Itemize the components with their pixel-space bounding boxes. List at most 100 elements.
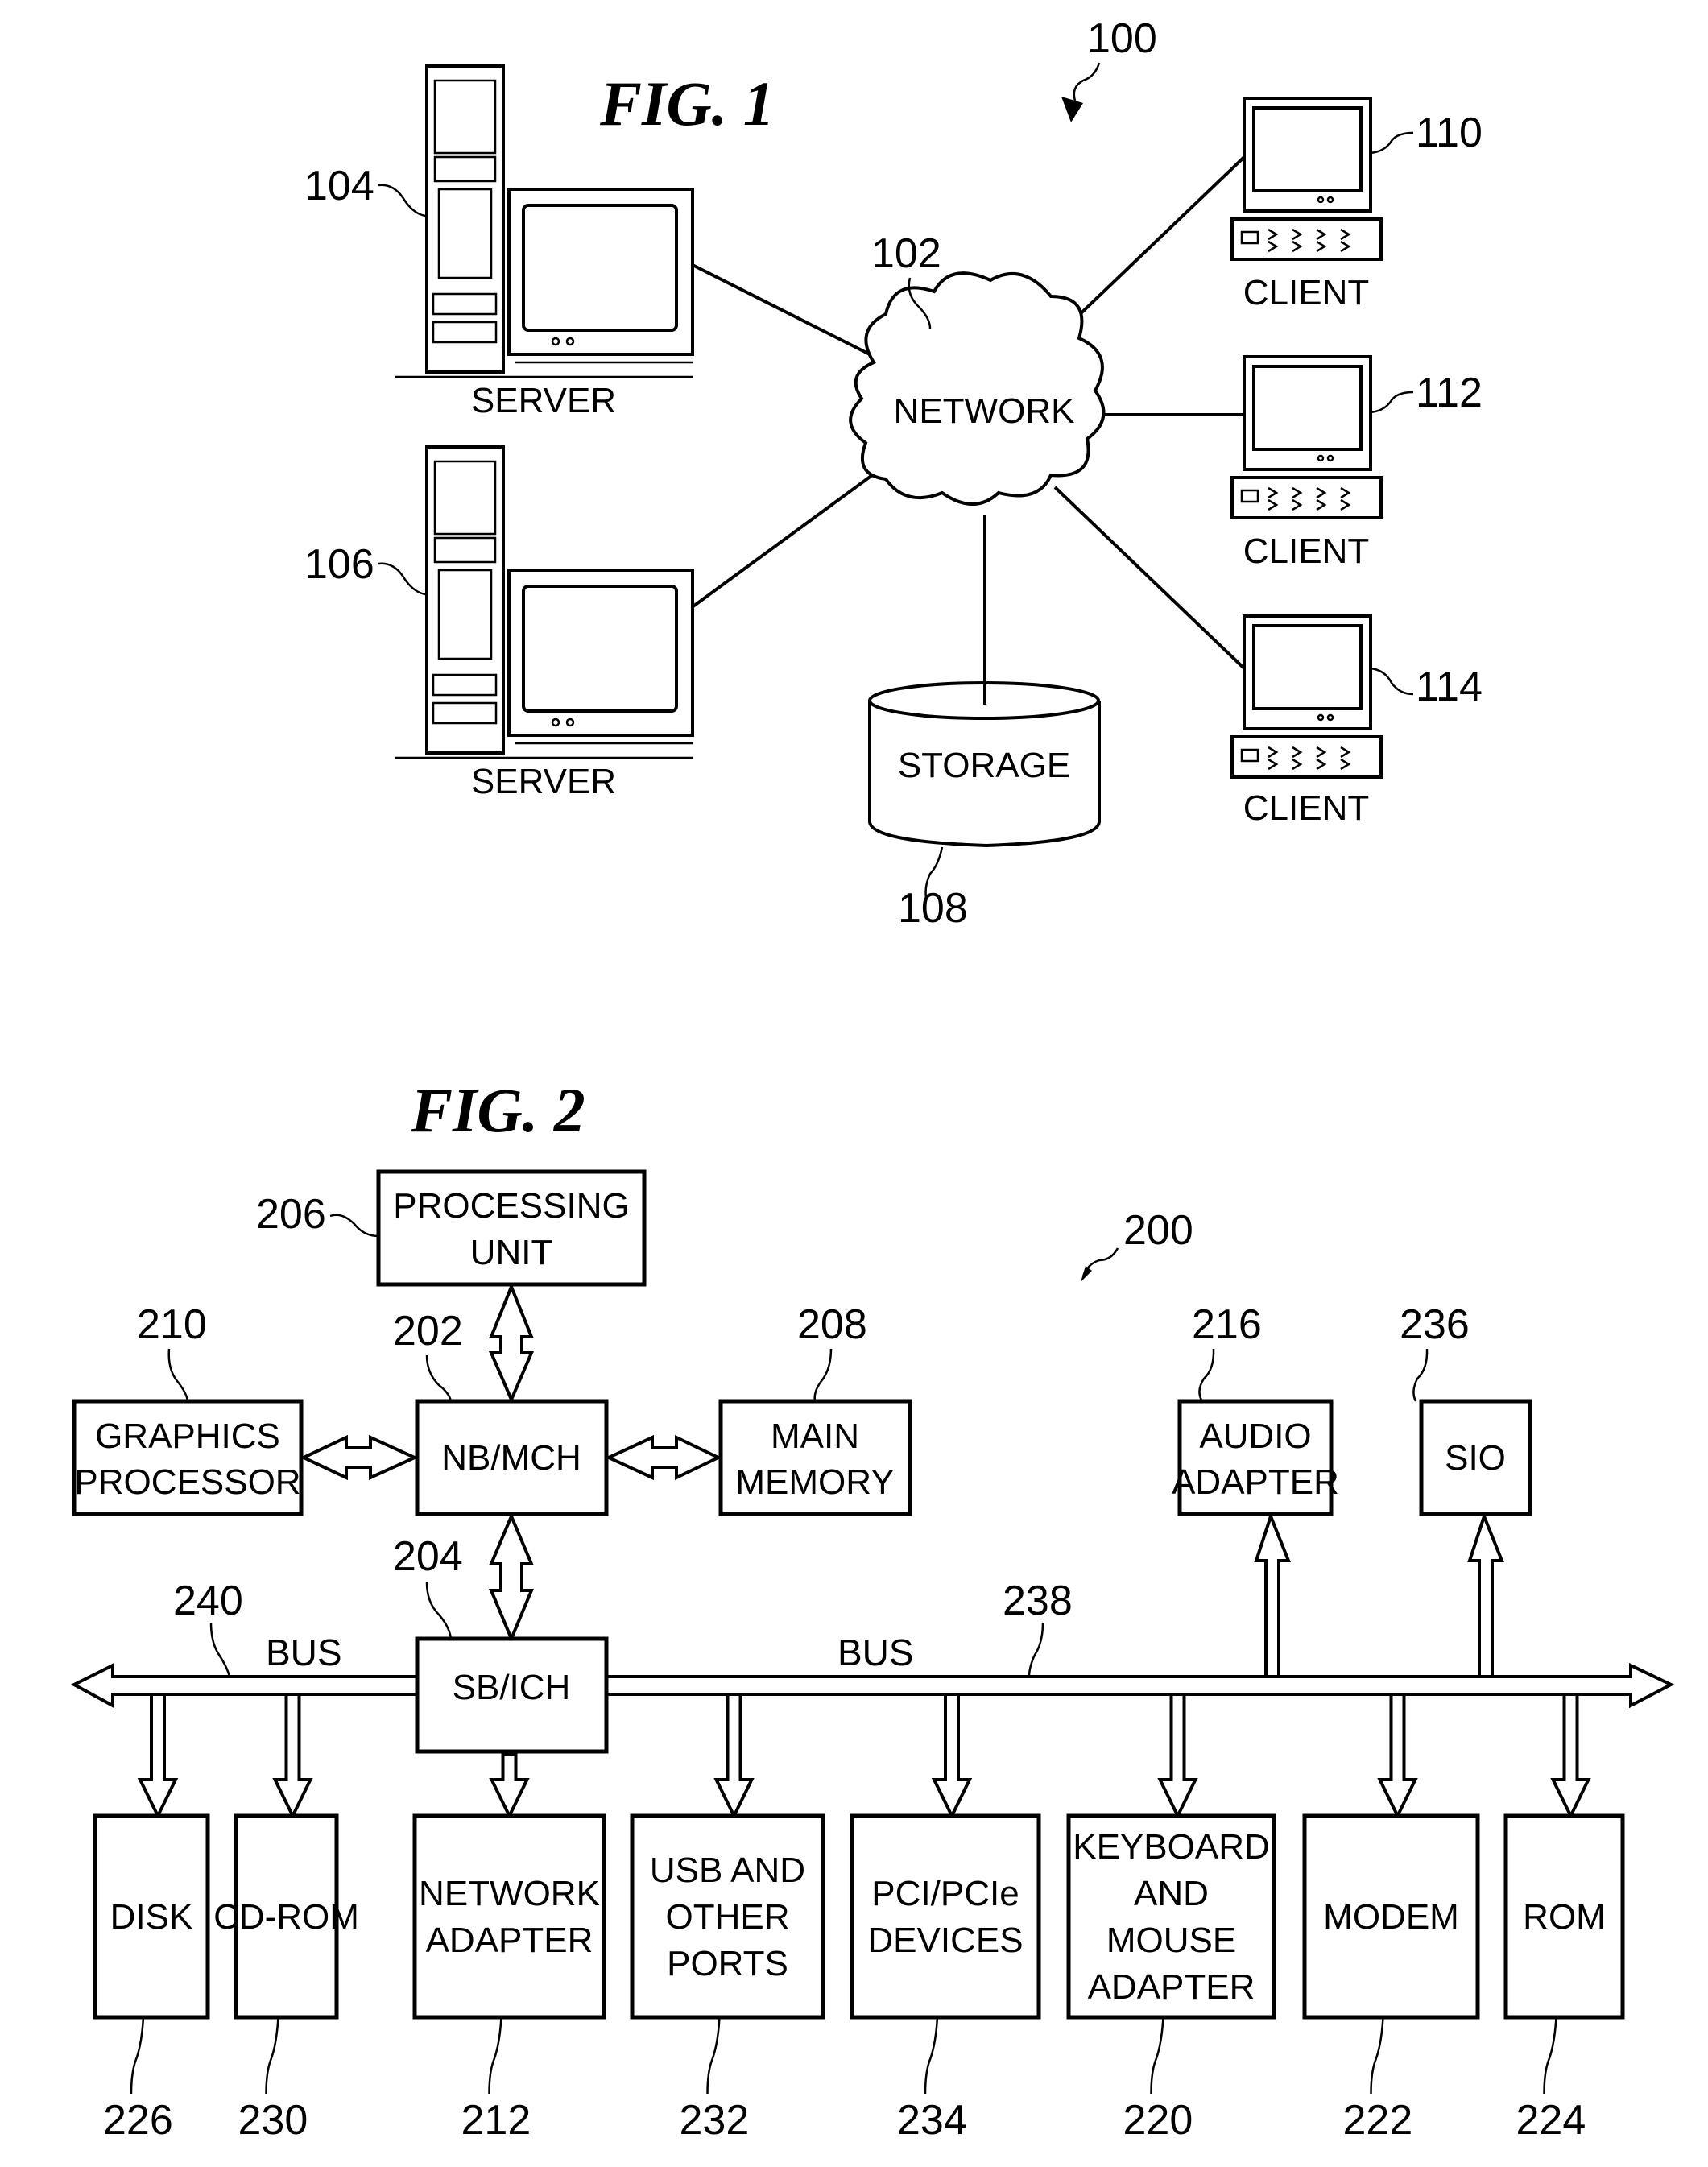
processing-unit-label-line2: UNIT — [470, 1233, 553, 1272]
device-label-line: KEYBOARD — [1073, 1827, 1270, 1867]
sio-ref: 236 — [1400, 1301, 1470, 1348]
device-label-line: AND — [1134, 1874, 1209, 1913]
bus-right-label: BUS — [837, 1631, 914, 1673]
server-104-label: SERVER — [471, 381, 616, 420]
ref-114-leader — [1370, 667, 1414, 696]
audio-adapter-label-line2: ADAPTER — [1172, 1462, 1339, 1502]
device-220: KEYBOARD AND MOUSE ADAPTER 220 — [1066, 1693, 1276, 2144]
device-ref: 232 — [680, 2097, 750, 2144]
graphics-processor-label-line2: PROCESSOR — [74, 1462, 300, 1502]
device-box — [412, 1813, 606, 2020]
client-computer-icon — [1230, 614, 1383, 779]
bus-to-device-arrow-icon — [137, 1693, 179, 1820]
bus-left-ref: 240 — [173, 1578, 243, 1624]
nb-mch-ref: 202 — [393, 1308, 463, 1354]
ref-238-leader — [1028, 1622, 1044, 1677]
device-226: DISK 226 — [93, 1693, 210, 2144]
server-106-label: SERVER — [471, 762, 616, 801]
ref-leader — [1150, 2016, 1164, 2095]
nb-memory-double-arrow-icon — [605, 1434, 722, 1481]
client-110-ref: 110 — [1416, 110, 1483, 156]
figure-1-ref: 100 — [1087, 15, 1157, 62]
bus-to-device-arrow-icon — [931, 1693, 973, 1820]
ref-240-leader — [209, 1622, 231, 1677]
storage-ref: 108 — [898, 885, 968, 932]
ref-104-leader — [378, 184, 426, 217]
ref-110-leader — [1370, 131, 1414, 155]
sb-ich-label: SB/ICH — [453, 1668, 571, 1707]
figure-1: FIG. 1 100 NETWORK 102 STORAGE 108 104 S… — [304, 15, 1483, 932]
server-monitor-icon — [507, 188, 694, 364]
main-memory-ref: 208 — [797, 1301, 867, 1348]
server-106-ref: 106 — [304, 541, 374, 588]
client-110-label: CLIENT — [1243, 273, 1369, 312]
device-224: ROM 224 — [1503, 1693, 1625, 2144]
ref-leader — [130, 2016, 145, 2095]
ref-leader — [265, 2016, 279, 2095]
network-ref: 102 — [871, 230, 941, 277]
device-label-line: NETWORK — [419, 1874, 600, 1913]
sb-ich-ref: 204 — [393, 1533, 463, 1580]
device-ref: 226 — [103, 2097, 173, 2144]
audio-adapter-ref: 216 — [1192, 1301, 1262, 1348]
device-label-line: DISK — [110, 1897, 193, 1937]
client-112-label: CLIENT — [1243, 531, 1369, 571]
client-computer-icon — [1230, 355, 1383, 519]
figure-2-ref: 200 — [1123, 1207, 1193, 1254]
sio-label: SIO — [1445, 1438, 1506, 1478]
bus-to-device-arrow-icon — [1550, 1693, 1591, 1820]
figure-2-title: FIG. 2 — [410, 1075, 585, 1145]
device-ref: 234 — [897, 2097, 967, 2144]
client-112: CLIENT 112 — [1230, 355, 1483, 571]
device-ref: 222 — [1343, 2097, 1413, 2144]
link-network-client114 — [1053, 486, 1246, 670]
client-114-ref: 114 — [1416, 664, 1483, 710]
ref-leader — [924, 2016, 939, 2095]
ref-leader — [1543, 2016, 1557, 2095]
device-232: USB AND OTHER PORTS 232 — [630, 1693, 825, 2144]
client-112-ref: 112 — [1416, 370, 1483, 416]
ref-202-leader — [425, 1354, 453, 1402]
pu-nb-double-arrow-icon — [488, 1282, 535, 1404]
bus-to-sio-arrow-icon — [1467, 1512, 1504, 1678]
bus-right-ref: 238 — [1003, 1578, 1073, 1624]
ref-208-leader — [813, 1348, 833, 1402]
bus-to-device-arrow-icon — [713, 1693, 755, 1820]
device-label-line: PORTS — [667, 1944, 788, 1983]
ref-106-leader — [378, 562, 426, 596]
graphics-processor-ref: 210 — [137, 1301, 207, 1348]
server-104-ref: 104 — [304, 163, 374, 209]
device-label-line: USB AND — [650, 1851, 805, 1890]
figure-1-title: FIG. 1 — [599, 68, 775, 139]
ref-204-leader — [425, 1582, 453, 1640]
ref-236-leader — [1412, 1348, 1429, 1402]
processing-unit-label-line1: PROCESSING — [393, 1186, 629, 1226]
device-ref: 224 — [1516, 2097, 1586, 2144]
device-label-line: MOUSE — [1106, 1921, 1236, 1960]
device-212: NETWORK ADAPTER 212 — [412, 1752, 606, 2144]
device-label-line: PCI/PCIe — [871, 1874, 1019, 1913]
device-ref: 212 — [461, 2097, 531, 2144]
client-110: CLIENT 110 — [1230, 97, 1483, 312]
device-222: MODEM 222 — [1302, 1693, 1480, 2144]
device-label-line: ROM — [1523, 1897, 1606, 1937]
ref-210-leader — [167, 1348, 189, 1402]
device-ref: 230 — [238, 2097, 308, 2144]
patent-drawing: FIG. 1 100 NETWORK 102 STORAGE 108 104 S… — [70, 15, 1675, 2144]
device-label-line: ADAPTER — [426, 1921, 593, 1960]
ref-112-leader — [1370, 391, 1414, 414]
ref-leader — [488, 2016, 502, 2095]
ref-100-leader — [1073, 62, 1101, 101]
client-114-label: CLIENT — [1243, 788, 1369, 828]
graphics-nb-double-arrow-icon — [300, 1434, 419, 1481]
server-monitor-icon — [507, 569, 694, 745]
processing-unit-ref: 206 — [256, 1191, 326, 1238]
link-server104-network — [690, 263, 879, 360]
ref-leader — [706, 2016, 721, 2095]
main-memory-label-line1: MAIN — [771, 1416, 859, 1456]
bus-left-label: BUS — [266, 1631, 342, 1673]
device-230: CD-ROM 230 — [213, 1693, 359, 2144]
nb-mch-label: NB/MCH — [441, 1438, 581, 1478]
device-label-line: MODEM — [1323, 1897, 1459, 1937]
device-box — [850, 1813, 1041, 2020]
